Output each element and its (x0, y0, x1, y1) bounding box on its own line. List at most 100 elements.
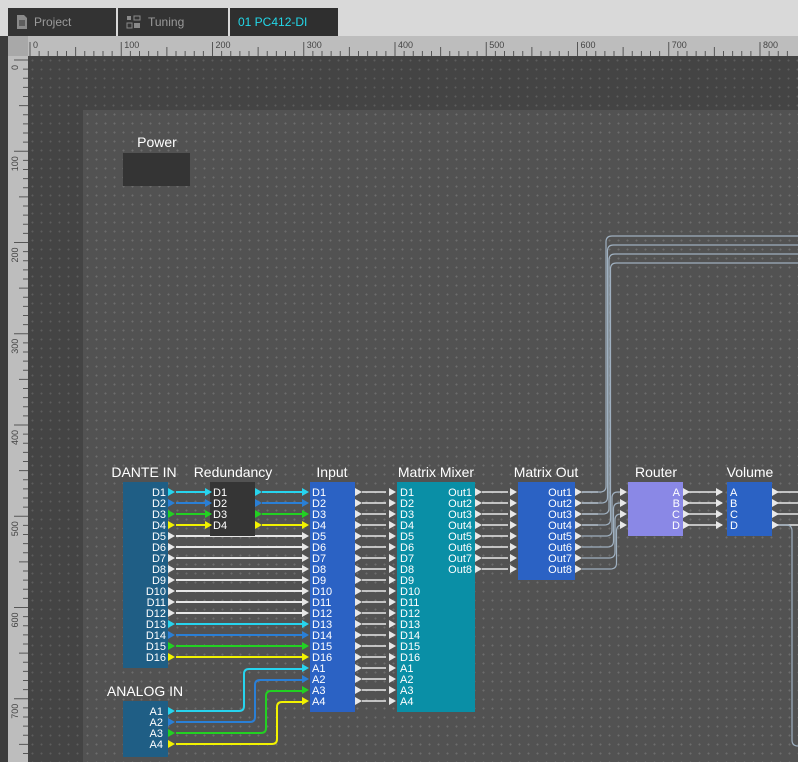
port-arrow (510, 521, 517, 529)
port-arrow (389, 576, 396, 584)
port-arrow (302, 598, 309, 606)
port-arrow (255, 510, 262, 518)
port-arrow (355, 587, 362, 595)
port-arrow (575, 488, 582, 496)
port-arrow (355, 510, 362, 518)
redundancy-title: Redundancy (194, 464, 273, 480)
port-arrow (355, 664, 362, 672)
port-arrow (302, 686, 309, 694)
port-arrow (168, 718, 175, 726)
port-arrow (389, 664, 396, 672)
port-arrow (575, 543, 582, 551)
port-arrow (168, 499, 175, 507)
input-title: Input (316, 464, 347, 480)
port-label: D4 (213, 520, 227, 532)
port-arrow (168, 576, 175, 584)
port-arrow (389, 609, 396, 617)
port-arrow (683, 521, 690, 529)
port-arrow (255, 488, 262, 496)
analog-in-title: ANALOG IN (107, 683, 183, 699)
port-arrow (168, 653, 175, 661)
signal-flow-diagram: Power DANTE IND1D2D3D4D5D6D7D8D9D10D11D1… (107, 134, 798, 757)
port-arrow (475, 532, 482, 540)
port-arrow (510, 488, 517, 496)
port-arrow (355, 576, 362, 584)
matrix-mixer-title: Matrix Mixer (398, 464, 475, 480)
port-label: A4 (400, 696, 413, 708)
port-arrow (389, 620, 396, 628)
port-arrow (355, 675, 362, 683)
port-arrow (355, 488, 362, 496)
blocks: DANTE IND1D2D3D4D5D6D7D8D9D10D11D12D13D1… (107, 464, 779, 757)
port-arrow (168, 729, 175, 737)
port-label: A4 (150, 739, 163, 751)
port-arrow (168, 598, 175, 606)
port-arrow (716, 499, 723, 507)
wires (176, 235, 798, 747)
port-arrow (168, 532, 175, 540)
port-arrow (389, 488, 396, 496)
port-arrow (389, 686, 396, 694)
port-arrow (302, 631, 309, 639)
port-arrow (355, 543, 362, 551)
port-arrow (302, 499, 309, 507)
port-arrow (168, 609, 175, 617)
port-arrow (355, 686, 362, 694)
power-block[interactable] (123, 153, 190, 186)
port-arrow (355, 532, 362, 540)
port-arrow (389, 631, 396, 639)
port-arrow (355, 697, 362, 705)
port-arrow (168, 740, 175, 748)
port-arrow (302, 554, 309, 562)
port-arrow (575, 521, 582, 529)
port-arrow (510, 499, 517, 507)
port-arrow (302, 587, 309, 595)
port-arrow (355, 653, 362, 661)
port-arrow (389, 587, 396, 595)
port-arrow (575, 532, 582, 540)
port-arrow (168, 488, 175, 496)
port-arrow (475, 488, 482, 496)
port-arrow (355, 598, 362, 606)
port-arrow (389, 653, 396, 661)
port-arrow (772, 521, 779, 529)
port-arrow (302, 543, 309, 551)
port-arrow (255, 521, 262, 529)
port-arrow (302, 675, 309, 683)
port-arrow (355, 499, 362, 507)
port-arrow (389, 598, 396, 606)
port-arrow (475, 565, 482, 573)
dante-in-title: DANTE IN (111, 464, 176, 480)
port-arrow (168, 707, 175, 715)
port-arrow (302, 510, 309, 518)
power-label: Power (137, 134, 177, 150)
port-arrow (168, 587, 175, 595)
matrix-out-title: Matrix Out (514, 464, 579, 480)
port-label: D (672, 520, 680, 532)
port-label: Out8 (548, 564, 572, 576)
port-arrow (302, 653, 309, 661)
port-arrow (716, 488, 723, 496)
port-arrow (475, 543, 482, 551)
port-arrow (355, 609, 362, 617)
port-arrow (575, 565, 582, 573)
port-arrow (302, 521, 309, 529)
port-arrow (168, 631, 175, 639)
port-arrow (510, 532, 517, 540)
port-arrow (475, 510, 482, 518)
port-arrow (389, 642, 396, 650)
port-arrow (168, 510, 175, 518)
port-arrow (575, 499, 582, 507)
wire (582, 235, 798, 493)
port-label: A4 (312, 696, 325, 708)
port-arrow (575, 510, 582, 518)
wire (776, 524, 798, 747)
port-arrow (683, 488, 690, 496)
port-arrow (620, 521, 627, 529)
port-arrow (255, 499, 262, 507)
port-arrow (683, 499, 690, 507)
port-arrow (302, 664, 309, 672)
port-arrow (575, 554, 582, 562)
port-arrow (168, 554, 175, 562)
port-arrow (302, 609, 309, 617)
